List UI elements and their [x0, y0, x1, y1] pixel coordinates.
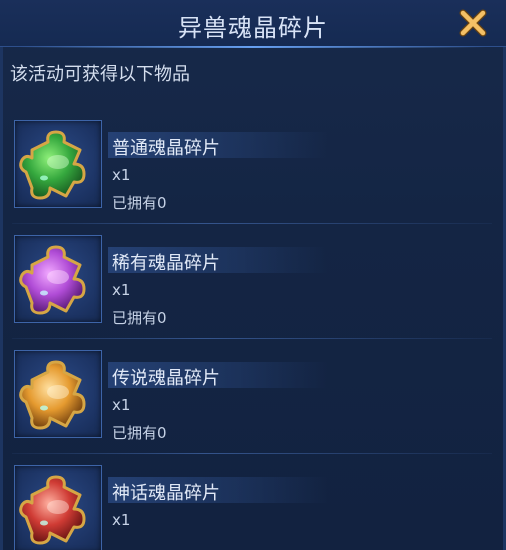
item-icon-frame: [14, 465, 102, 550]
item-name: 神话魂晶碎片: [112, 483, 220, 504]
row-divider: [12, 223, 492, 224]
row-divider: [12, 338, 492, 339]
close-icon[interactable]: [458, 8, 488, 38]
dialog-panel: 异兽魂晶碎片 该活动可获得以下物品 普通魂晶碎片 x1 已拥有0 稀有魂晶碎片 …: [0, 0, 506, 550]
item-name: 普通魂晶碎片: [112, 138, 220, 159]
list-item: 稀有魂晶碎片 x1 已拥有0: [12, 227, 492, 339]
dialog-title: 异兽魂晶碎片: [178, 14, 328, 42]
item-quantity: x1: [112, 396, 131, 414]
item-owned-count: 已拥有0: [112, 309, 167, 327]
dialog-header: 异兽魂晶碎片: [0, 0, 506, 48]
list-item: 神话魂晶碎片 x1: [12, 457, 492, 550]
item-owned-count: 已拥有0: [112, 194, 167, 212]
item-icon-frame: [14, 120, 102, 208]
item-quantity: x1: [112, 166, 131, 184]
dialog-subtitle: 该活动可获得以下物品: [10, 64, 190, 85]
item-icon-frame: [14, 350, 102, 438]
item-name: 传说魂晶碎片: [112, 368, 220, 389]
green-puzzle-piece-icon: [19, 130, 86, 200]
row-divider: [12, 453, 492, 454]
item-quantity: x1: [112, 511, 131, 529]
list-item: 普通魂晶碎片 x1 已拥有0: [12, 112, 492, 224]
red-puzzle-piece-icon: [19, 475, 86, 545]
item-icon-frame: [14, 235, 102, 323]
orange-puzzle-piece-icon: [19, 360, 86, 430]
list-item: 传说魂晶碎片 x1 已拥有0: [12, 342, 492, 454]
item-owned-count: 已拥有0: [112, 424, 167, 442]
purple-puzzle-piece-icon: [19, 245, 86, 315]
item-quantity: x1: [112, 281, 131, 299]
item-name: 稀有魂晶碎片: [112, 253, 220, 274]
